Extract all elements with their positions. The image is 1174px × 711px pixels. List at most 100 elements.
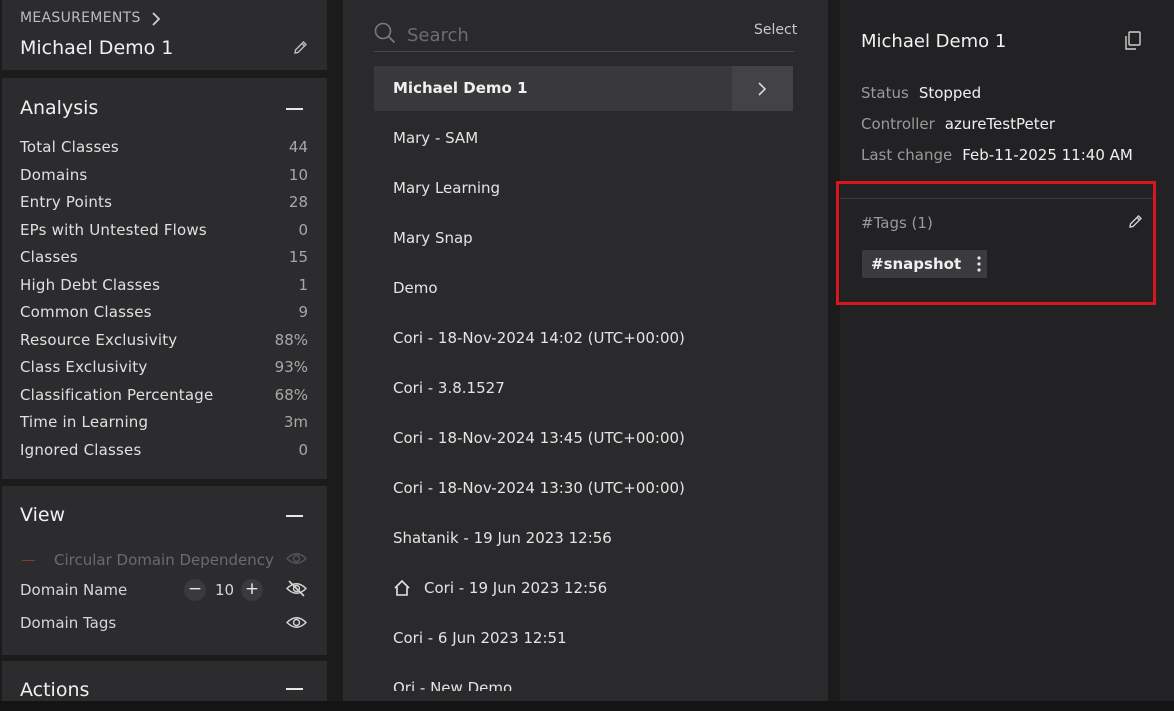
select-button[interactable]: Select <box>754 22 797 38</box>
stat-value: 93% <box>274 358 308 376</box>
stat-value: 28 <box>288 193 308 211</box>
list-item[interactable]: Mary Learning <box>374 166 793 211</box>
stat-row: EPs with Untested Flows 0 <box>20 221 308 241</box>
details-panel: Michael Demo 1 Status Stopped Controller a… <box>840 0 1174 701</box>
list-item-label: Shatanik - 19 Jun 2023 12:56 <box>393 529 612 547</box>
actions-title: Actions <box>20 679 90 701</box>
chevron-right-icon[interactable] <box>150 11 162 27</box>
collapse-view-button[interactable] <box>286 515 303 517</box>
status-value: Stopped <box>918 84 982 102</box>
stat-value: 10 <box>288 165 308 184</box>
pencil-icon[interactable] <box>292 39 309 56</box>
list-item[interactable]: Mary Snap <box>374 216 793 261</box>
search-icon <box>374 22 396 44</box>
eye-icon[interactable] <box>286 615 307 630</box>
analysis-title: Analysis <box>20 97 99 119</box>
status-key: Status <box>861 84 909 102</box>
list-item[interactable]: Shatanik - 19 Jun 2023 12:56 <box>374 516 793 561</box>
eye-icon[interactable] <box>286 551 307 566</box>
stat-value: 1 <box>298 275 308 294</box>
stat-row: Classification Percentage 68% <box>20 386 308 406</box>
stat-label: Domains <box>20 165 88 184</box>
tag-chip[interactable]: #snapshot <box>862 250 988 278</box>
search-input[interactable] <box>405 20 749 50</box>
stat-value: 15 <box>288 248 308 266</box>
stat-value: 88% <box>274 330 308 349</box>
stat-label: High Debt Classes <box>20 275 161 294</box>
list-item[interactable]: Cori - 18-Nov-2024 13:30 (UTC+00:00) <box>374 466 793 511</box>
stat-label: Classes <box>20 248 78 266</box>
bottom-bar <box>0 701 1174 711</box>
analysis-panel: Analysis Total Classes 44 Domains 10 Entry P… <box>2 78 327 479</box>
copy-icon[interactable] <box>1124 31 1142 51</box>
stat-label: Classification Percentage <box>20 385 214 404</box>
increase-button[interactable]: + <box>241 579 263 601</box>
details-title: Michael Demo 1 <box>861 31 1007 52</box>
list-item[interactable]: Ori - New Demo <box>374 666 793 691</box>
controller-key: Controller <box>861 115 935 133</box>
stat-label: Resource Exclusivity <box>20 330 178 349</box>
list-item[interactable]: Cori - 19 Jun 2023 12:56 <box>374 566 793 611</box>
list-item[interactable]: Cori - 3.8.1527 <box>374 366 793 411</box>
view-title: View <box>20 504 66 526</box>
domain-name-size: 10 <box>215 581 235 599</box>
stat-label: Total Classes <box>20 138 119 156</box>
list-item[interactable]: Cori - 6 Jun 2023 12:51 <box>374 616 793 661</box>
open-item-button[interactable] <box>732 66 793 111</box>
measurements-list-panel: Select Michael Demo 1 Mary - SAM Mary Lear… <box>343 0 828 701</box>
stat-value: 3m <box>283 413 308 431</box>
search-underline <box>374 51 794 52</box>
eye-off-icon[interactable] <box>286 580 307 597</box>
list-item-label: Mary - SAM <box>393 129 479 147</box>
decrease-button[interactable]: − <box>184 579 206 601</box>
list-item-label: Ori - New Demo <box>393 679 513 691</box>
collapse-actions-button[interactable] <box>286 688 303 690</box>
tag-label: #snapshot <box>871 255 962 273</box>
stat-row: Common Classes 9 <box>20 303 308 323</box>
list-item-label: Michael Demo 1 <box>393 79 528 97</box>
list-item[interactable]: Mary - SAM <box>374 116 793 161</box>
measurements-breadcrumb[interactable]: MEASUREMENTS <box>20 10 141 26</box>
measurements-list[interactable]: Michael Demo 1 Mary - SAM Mary Learning Mar… <box>374 66 793 691</box>
list-item[interactable]: Cori - 18-Nov-2024 14:02 (UTC+00:00) <box>374 316 793 361</box>
stat-value: 0 <box>298 440 308 459</box>
stat-row: Time in Learning 3m <box>20 413 308 433</box>
stat-label: Common Classes <box>20 303 152 321</box>
list-item-label: Cori - 19 Jun 2023 12:56 <box>424 579 608 597</box>
circular-dependency-label: Circular Domain Dependency <box>54 551 274 569</box>
last-change-value: Feb-11-2025 11:40 AM <box>962 146 1133 164</box>
status-row: Status Stopped <box>861 84 981 102</box>
stat-value: 0 <box>298 220 308 239</box>
list-item[interactable]: Demo <box>374 266 793 311</box>
view-panel: View Circular Domain Dependency Domain N… <box>2 486 327 655</box>
list-item[interactable]: Cori - 18-Nov-2024 13:45 (UTC+00:00) <box>374 416 793 461</box>
pencil-icon[interactable] <box>1127 213 1144 230</box>
stat-row: Entry Points 28 <box>20 193 308 213</box>
controller-row: Controller azureTestPeter <box>861 115 1055 133</box>
list-item-label: Cori - 18-Nov-2024 13:45 (UTC+00:00) <box>393 429 685 447</box>
home-icon <box>393 579 411 597</box>
list-item-label: Mary Learning <box>393 179 501 197</box>
collapse-analysis-button[interactable] <box>286 108 303 110</box>
stat-row: Ignored Classes 0 <box>20 441 308 461</box>
circular-dependency-swatch <box>22 560 35 561</box>
list-item-label: Mary Snap <box>393 229 473 247</box>
stat-row: High Debt Classes 1 <box>20 276 308 296</box>
last-change-key: Last change <box>861 146 953 164</box>
stat-value: 68% <box>274 385 308 404</box>
stat-value: 44 <box>288 138 308 156</box>
list-item-label: Cori - 18-Nov-2024 14:02 (UTC+00:00) <box>393 329 685 347</box>
tags-section: #Tags (1) #snapshot <box>840 184 1154 302</box>
stat-row: Total Classes 44 <box>20 138 308 158</box>
domain-name-label: Domain Name <box>20 581 128 599</box>
list-item-label: Cori - 18-Nov-2024 13:30 (UTC+00:00) <box>393 479 685 497</box>
stat-label: Time in Learning <box>20 413 149 431</box>
list-item[interactable]: Michael Demo 1 <box>374 66 793 111</box>
more-vertical-icon[interactable] <box>977 256 981 272</box>
list-item-label: Cori - 6 Jun 2023 12:51 <box>393 629 567 647</box>
domain-tags-label: Domain Tags <box>20 614 117 632</box>
stat-label: EPs with Untested Flows <box>20 220 207 239</box>
stat-row: Classes 15 <box>20 248 308 268</box>
stat-label: Entry Points <box>20 193 113 211</box>
stat-row: Domains 10 <box>20 166 308 186</box>
